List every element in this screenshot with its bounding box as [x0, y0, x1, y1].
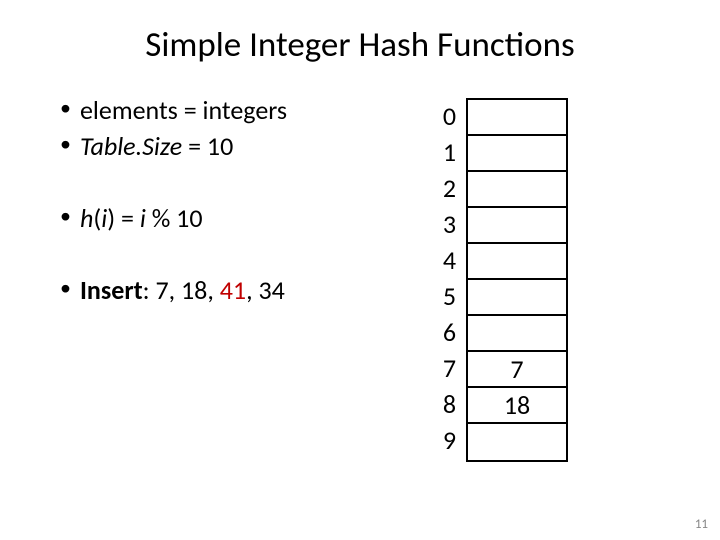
bullet-text-italic: i [140, 202, 152, 234]
index-label: 7 [430, 350, 456, 386]
slide-title: Simple Integer Hash Functions [0, 0, 720, 94]
content-row: elements = integers Table.Size = 10 h(i)… [0, 94, 720, 462]
bullet-elements: elements = integers [60, 94, 430, 126]
bullet-list: elements = integers Table.Size = 10 [60, 94, 430, 162]
spacer [60, 166, 430, 202]
index-label: 9 [430, 422, 456, 458]
bullet-text-italic: h [80, 202, 93, 234]
table-cells: 7 18 [466, 98, 568, 462]
table-cell [468, 136, 566, 172]
table-cell: 18 [468, 388, 566, 424]
hash-table-diagram: 0 1 2 3 4 5 6 7 8 9 7 18 [430, 94, 568, 462]
bullet-text: ) = [107, 202, 140, 234]
bullet-text: : 7, 18, [143, 274, 220, 306]
index-label: 5 [430, 278, 456, 314]
table-cell [468, 172, 566, 208]
index-column: 0 1 2 3 4 5 6 7 8 9 [430, 98, 456, 462]
table-cell [468, 208, 566, 244]
table-cell [468, 424, 566, 460]
index-label: 0 [430, 98, 456, 134]
bullet-text: elements = integers [80, 94, 287, 126]
bullet-text: % 10 [152, 202, 203, 234]
page-number: 11 [695, 517, 708, 532]
bullet-text-bold: Insert [80, 274, 143, 306]
bullet-tablesize: Table.Size = 10 [60, 130, 430, 162]
index-label: 4 [430, 242, 456, 278]
bullet-list: Insert: 7, 18, 41, 34 [60, 274, 430, 306]
bullet-list: h(i) = i % 10 [60, 202, 430, 234]
index-label: 8 [430, 386, 456, 422]
index-label: 1 [430, 134, 456, 170]
bullet-hash-fn: h(i) = i % 10 [60, 202, 430, 234]
bullet-text: , 34 [246, 274, 285, 306]
table-cell [468, 316, 566, 352]
index-label: 3 [430, 206, 456, 242]
table-cell: 7 [468, 352, 566, 388]
index-label: 6 [430, 314, 456, 350]
table-cell [468, 280, 566, 316]
table-cell [468, 244, 566, 280]
bullet-text-italic: Table.Size [80, 130, 182, 162]
left-column: elements = integers Table.Size = 10 h(i)… [60, 94, 430, 462]
index-label: 2 [430, 170, 456, 206]
bullet-text: = 10 [182, 130, 233, 162]
spacer [60, 238, 430, 274]
bullet-insert: Insert: 7, 18, 41, 34 [60, 274, 430, 306]
table-cell [468, 100, 566, 136]
bullet-text-highlight: 41 [220, 274, 246, 306]
